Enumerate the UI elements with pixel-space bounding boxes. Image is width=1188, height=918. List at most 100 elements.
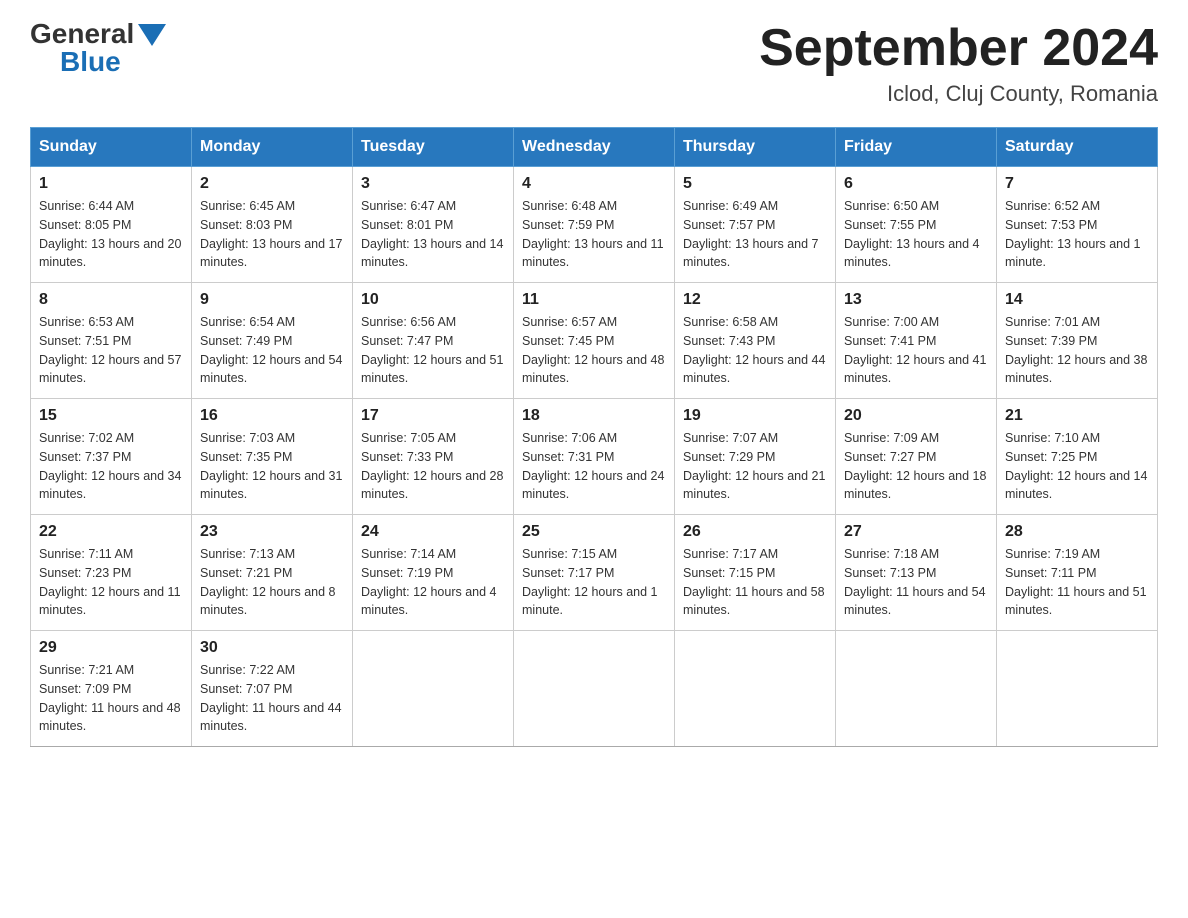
table-row: 11 Sunrise: 6:57 AM Sunset: 7:45 PM Dayl… xyxy=(514,283,675,399)
day-number: 6 xyxy=(844,175,988,193)
table-row: 7 Sunrise: 6:52 AM Sunset: 7:53 PM Dayli… xyxy=(997,167,1158,283)
table-row: 16 Sunrise: 7:03 AM Sunset: 7:35 PM Dayl… xyxy=(192,399,353,515)
table-row: 18 Sunrise: 7:06 AM Sunset: 7:31 PM Dayl… xyxy=(514,399,675,515)
day-info: Sunrise: 6:50 AM Sunset: 7:55 PM Dayligh… xyxy=(844,197,988,272)
weekday-header-row: Sunday Monday Tuesday Wednesday Thursday… xyxy=(31,128,1158,167)
table-row: 19 Sunrise: 7:07 AM Sunset: 7:29 PM Dayl… xyxy=(675,399,836,515)
day-number: 9 xyxy=(200,291,344,309)
day-info: Sunrise: 7:14 AM Sunset: 7:19 PM Dayligh… xyxy=(361,545,505,620)
logo: General Blue xyxy=(30,20,166,76)
header-sunday: Sunday xyxy=(31,128,192,167)
calendar-week-row: 15 Sunrise: 7:02 AM Sunset: 7:37 PM Dayl… xyxy=(31,399,1158,515)
day-number: 27 xyxy=(844,523,988,541)
day-info: Sunrise: 6:44 AM Sunset: 8:05 PM Dayligh… xyxy=(39,197,183,272)
logo-general-text: General xyxy=(30,20,134,48)
table-row xyxy=(514,631,675,747)
page-header: General Blue September 2024 Iclod, Cluj … xyxy=(30,20,1158,107)
day-info: Sunrise: 6:52 AM Sunset: 7:53 PM Dayligh… xyxy=(1005,197,1149,272)
day-info: Sunrise: 6:54 AM Sunset: 7:49 PM Dayligh… xyxy=(200,313,344,388)
day-info: Sunrise: 6:53 AM Sunset: 7:51 PM Dayligh… xyxy=(39,313,183,388)
day-info: Sunrise: 6:57 AM Sunset: 7:45 PM Dayligh… xyxy=(522,313,666,388)
day-info: Sunrise: 7:06 AM Sunset: 7:31 PM Dayligh… xyxy=(522,429,666,504)
header-tuesday: Tuesday xyxy=(353,128,514,167)
day-number: 1 xyxy=(39,175,183,193)
day-number: 25 xyxy=(522,523,666,541)
table-row: 3 Sunrise: 6:47 AM Sunset: 8:01 PM Dayli… xyxy=(353,167,514,283)
day-number: 11 xyxy=(522,291,666,309)
day-number: 15 xyxy=(39,407,183,425)
table-row: 30 Sunrise: 7:22 AM Sunset: 7:07 PM Dayl… xyxy=(192,631,353,747)
header-saturday: Saturday xyxy=(997,128,1158,167)
location-text: Iclod, Cluj County, Romania xyxy=(759,81,1158,107)
day-number: 24 xyxy=(361,523,505,541)
header-thursday: Thursday xyxy=(675,128,836,167)
day-info: Sunrise: 7:21 AM Sunset: 7:09 PM Dayligh… xyxy=(39,661,183,736)
day-info: Sunrise: 7:00 AM Sunset: 7:41 PM Dayligh… xyxy=(844,313,988,388)
table-row: 9 Sunrise: 6:54 AM Sunset: 7:49 PM Dayli… xyxy=(192,283,353,399)
day-info: Sunrise: 7:02 AM Sunset: 7:37 PM Dayligh… xyxy=(39,429,183,504)
day-number: 14 xyxy=(1005,291,1149,309)
day-number: 28 xyxy=(1005,523,1149,541)
day-number: 5 xyxy=(683,175,827,193)
table-row: 12 Sunrise: 6:58 AM Sunset: 7:43 PM Dayl… xyxy=(675,283,836,399)
day-info: Sunrise: 6:45 AM Sunset: 8:03 PM Dayligh… xyxy=(200,197,344,272)
table-row: 27 Sunrise: 7:18 AM Sunset: 7:13 PM Dayl… xyxy=(836,515,997,631)
day-number: 19 xyxy=(683,407,827,425)
day-info: Sunrise: 7:01 AM Sunset: 7:39 PM Dayligh… xyxy=(1005,313,1149,388)
table-row xyxy=(675,631,836,747)
calendar-table: Sunday Monday Tuesday Wednesday Thursday… xyxy=(30,127,1158,747)
day-info: Sunrise: 7:15 AM Sunset: 7:17 PM Dayligh… xyxy=(522,545,666,620)
table-row xyxy=(836,631,997,747)
day-number: 3 xyxy=(361,175,505,193)
calendar-week-row: 1 Sunrise: 6:44 AM Sunset: 8:05 PM Dayli… xyxy=(31,167,1158,283)
day-info: Sunrise: 7:10 AM Sunset: 7:25 PM Dayligh… xyxy=(1005,429,1149,504)
table-row: 4 Sunrise: 6:48 AM Sunset: 7:59 PM Dayli… xyxy=(514,167,675,283)
header-wednesday: Wednesday xyxy=(514,128,675,167)
header-friday: Friday xyxy=(836,128,997,167)
day-number: 7 xyxy=(1005,175,1149,193)
table-row: 15 Sunrise: 7:02 AM Sunset: 7:37 PM Dayl… xyxy=(31,399,192,515)
day-info: Sunrise: 7:18 AM Sunset: 7:13 PM Dayligh… xyxy=(844,545,988,620)
table-row xyxy=(353,631,514,747)
month-title: September 2024 xyxy=(759,20,1158,77)
day-number: 16 xyxy=(200,407,344,425)
table-row: 13 Sunrise: 7:00 AM Sunset: 7:41 PM Dayl… xyxy=(836,283,997,399)
table-row: 5 Sunrise: 6:49 AM Sunset: 7:57 PM Dayli… xyxy=(675,167,836,283)
table-row: 2 Sunrise: 6:45 AM Sunset: 8:03 PM Dayli… xyxy=(192,167,353,283)
day-info: Sunrise: 6:56 AM Sunset: 7:47 PM Dayligh… xyxy=(361,313,505,388)
day-info: Sunrise: 6:49 AM Sunset: 7:57 PM Dayligh… xyxy=(683,197,827,272)
day-number: 8 xyxy=(39,291,183,309)
day-number: 20 xyxy=(844,407,988,425)
day-info: Sunrise: 7:03 AM Sunset: 7:35 PM Dayligh… xyxy=(200,429,344,504)
table-row: 10 Sunrise: 6:56 AM Sunset: 7:47 PM Dayl… xyxy=(353,283,514,399)
table-row: 20 Sunrise: 7:09 AM Sunset: 7:27 PM Dayl… xyxy=(836,399,997,515)
day-info: Sunrise: 7:19 AM Sunset: 7:11 PM Dayligh… xyxy=(1005,545,1149,620)
day-number: 23 xyxy=(200,523,344,541)
day-number: 21 xyxy=(1005,407,1149,425)
header-monday: Monday xyxy=(192,128,353,167)
day-number: 18 xyxy=(522,407,666,425)
table-row: 26 Sunrise: 7:17 AM Sunset: 7:15 PM Dayl… xyxy=(675,515,836,631)
day-number: 4 xyxy=(522,175,666,193)
day-info: Sunrise: 6:58 AM Sunset: 7:43 PM Dayligh… xyxy=(683,313,827,388)
day-number: 13 xyxy=(844,291,988,309)
logo-triangle-icon xyxy=(138,24,166,46)
day-info: Sunrise: 6:48 AM Sunset: 7:59 PM Dayligh… xyxy=(522,197,666,272)
day-number: 29 xyxy=(39,639,183,657)
table-row: 1 Sunrise: 6:44 AM Sunset: 8:05 PM Dayli… xyxy=(31,167,192,283)
day-number: 2 xyxy=(200,175,344,193)
calendar-week-row: 22 Sunrise: 7:11 AM Sunset: 7:23 PM Dayl… xyxy=(31,515,1158,631)
table-row: 28 Sunrise: 7:19 AM Sunset: 7:11 PM Dayl… xyxy=(997,515,1158,631)
day-number: 12 xyxy=(683,291,827,309)
title-block: September 2024 Iclod, Cluj County, Roman… xyxy=(759,20,1158,107)
table-row xyxy=(997,631,1158,747)
table-row: 21 Sunrise: 7:10 AM Sunset: 7:25 PM Dayl… xyxy=(997,399,1158,515)
day-number: 22 xyxy=(39,523,183,541)
table-row: 14 Sunrise: 7:01 AM Sunset: 7:39 PM Dayl… xyxy=(997,283,1158,399)
day-info: Sunrise: 6:47 AM Sunset: 8:01 PM Dayligh… xyxy=(361,197,505,272)
table-row: 29 Sunrise: 7:21 AM Sunset: 7:09 PM Dayl… xyxy=(31,631,192,747)
table-row: 8 Sunrise: 6:53 AM Sunset: 7:51 PM Dayli… xyxy=(31,283,192,399)
day-info: Sunrise: 7:13 AM Sunset: 7:21 PM Dayligh… xyxy=(200,545,344,620)
day-number: 17 xyxy=(361,407,505,425)
day-info: Sunrise: 7:22 AM Sunset: 7:07 PM Dayligh… xyxy=(200,661,344,736)
